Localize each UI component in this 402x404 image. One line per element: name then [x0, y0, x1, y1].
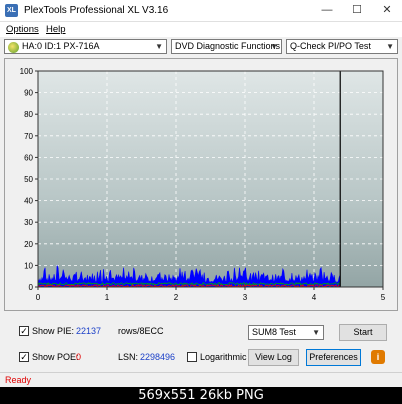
y-tick-label: 20	[24, 240, 33, 249]
y-tick-label: 10	[24, 261, 33, 270]
function-select[interactable]: DVD Diagnostic Functions ▼	[171, 39, 282, 54]
image-info-footer: 569x551 26kb PNG	[0, 387, 402, 404]
drive-select[interactable]: HA:0 ID:1 PX-716A ▼	[4, 39, 167, 54]
pie-value: 22137	[76, 326, 102, 336]
title-bar: XL PlexTools Professional XL V3.16 — ☐ ✕	[0, 0, 402, 22]
show-poe-label: Show POE:	[32, 352, 79, 362]
view-log-button[interactable]: View Log	[248, 349, 299, 366]
maximize-icon[interactable]: ☐	[342, 0, 372, 21]
plot-area	[38, 71, 383, 287]
lsn-label: LSN:	[118, 352, 139, 362]
drive-select-value: HA:0 ID:1 PX-716A	[22, 41, 100, 51]
test-select-value: Q-Check PI/PO Test	[290, 41, 371, 51]
y-tick-label: 90	[24, 89, 33, 98]
chevron-down-icon: ▼	[270, 42, 278, 51]
toolbar: HA:0 ID:1 PX-716A ▼ DVD Diagnostic Funct…	[0, 38, 402, 57]
close-icon[interactable]: ✕	[372, 0, 402, 21]
show-pie-label: Show PIE:	[32, 326, 75, 336]
chevron-down-icon: ▼	[312, 328, 320, 337]
logarithmic-checkbox[interactable]	[187, 352, 197, 362]
chevron-down-icon: ▼	[155, 42, 163, 51]
logarithmic-label: Logarithmic	[200, 352, 247, 362]
pie-unit: rows/8ECC	[118, 326, 164, 336]
x-tick-label: 5	[381, 293, 386, 302]
poe-value: 0	[76, 352, 82, 362]
y-tick-label: 60	[24, 153, 33, 162]
status-text: Ready	[5, 375, 32, 385]
preferences-button[interactable]: Preferences	[306, 349, 361, 366]
minimize-icon[interactable]: —	[312, 0, 342, 21]
window-title: PlexTools Professional XL V3.16	[24, 5, 169, 16]
info-icon[interactable]: i	[371, 350, 385, 364]
status-bar: Ready	[0, 372, 402, 387]
y-tick-label: 50	[24, 175, 33, 184]
show-pie-checkbox[interactable]: ✓	[19, 326, 29, 336]
chart-panel: 0 10 20 30 40 50 60 70 80 90 100 0 1 2 3 4 5	[4, 58, 398, 311]
start-button[interactable]: Start	[339, 324, 387, 341]
mode-select-value: SUM8 Test	[252, 327, 296, 337]
x-tick-label: 4	[312, 293, 317, 302]
function-select-value: DVD Diagnostic Functions	[175, 41, 281, 51]
show-poe-checkbox[interactable]: ✓	[19, 352, 29, 362]
y-tick-label: 30	[24, 218, 33, 227]
y-tick-label: 80	[24, 110, 33, 119]
app-icon: XL	[5, 4, 18, 17]
disc-icon	[8, 42, 19, 53]
y-tick-label: 70	[24, 132, 33, 141]
test-select[interactable]: Q-Check PI/PO Test ▼	[286, 39, 398, 54]
y-tick-label: 100	[20, 67, 34, 76]
x-tick-label: 1	[105, 293, 110, 302]
lsn-value: 2298496	[140, 352, 176, 362]
menu-bar: Options Help	[0, 22, 402, 37]
menu-help[interactable]: Help	[46, 24, 66, 35]
menu-options[interactable]: Options	[6, 24, 39, 35]
x-tick-label: 2	[174, 293, 179, 302]
y-tick-label: 0	[29, 283, 34, 292]
chevron-down-icon: ▼	[386, 42, 394, 51]
pi-po-chart: 0 10 20 30 40 50 60 70 80 90 100 0 1 2 3 4 5	[20, 67, 386, 302]
mode-select[interactable]: SUM8 Test ▼	[248, 325, 324, 340]
y-tick-label: 40	[24, 197, 33, 206]
x-tick-label: 3	[243, 293, 248, 302]
x-tick-label: 0	[36, 293, 41, 302]
